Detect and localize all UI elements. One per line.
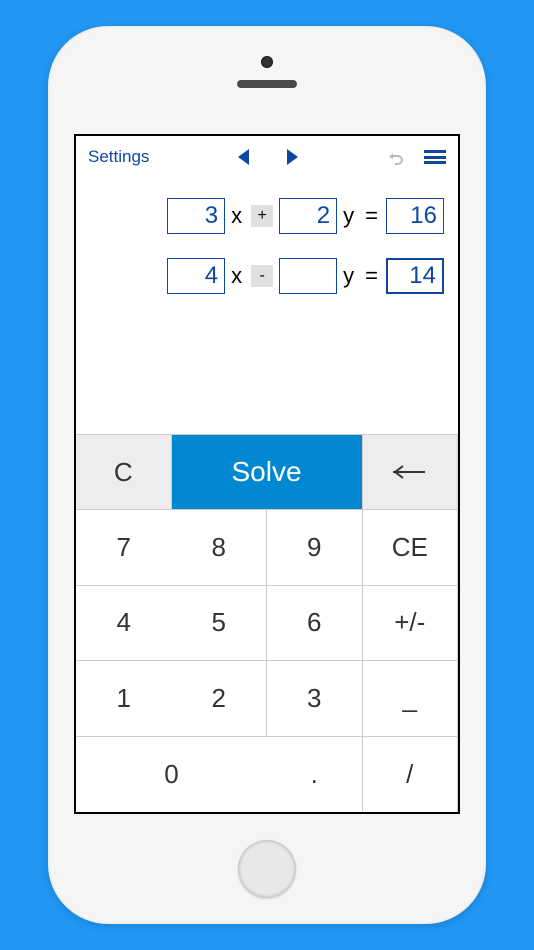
eq-sign: = — [363, 263, 380, 289]
var-y: y — [343, 203, 357, 229]
key-4[interactable]: 4 — [76, 586, 172, 661]
key-6[interactable]: 6 — [267, 586, 363, 661]
app-screen: Settings 3 x + 2 y = 16 — [74, 134, 460, 814]
solve-button[interactable]: Solve — [172, 435, 363, 510]
key-2[interactable]: 2 — [172, 661, 268, 736]
coef-a2[interactable]: 4 — [167, 258, 225, 294]
undo-icon[interactable] — [386, 149, 406, 165]
plus-minus-button[interactable]: +/- — [363, 586, 459, 661]
speaker-slot — [237, 80, 297, 88]
top-toolbar: Settings — [76, 136, 458, 178]
settings-button[interactable]: Settings — [88, 147, 149, 167]
nav-arrows — [149, 149, 386, 165]
phone-frame: Settings 3 x + 2 y = 16 — [48, 26, 486, 924]
coef-a1[interactable]: 3 — [167, 198, 225, 234]
backspace-icon — [393, 464, 427, 480]
coef-c1[interactable]: 16 — [386, 198, 444, 234]
decimal-button[interactable]: . — [267, 737, 363, 812]
key-0[interactable]: 0 — [76, 737, 267, 812]
op-1[interactable]: + — [251, 205, 273, 227]
coef-c2[interactable]: 14 — [386, 258, 444, 294]
var-x: x — [231, 203, 245, 229]
home-button[interactable] — [238, 840, 296, 898]
clear-entry-button[interactable]: CE — [363, 510, 459, 585]
camera-dot — [261, 56, 273, 68]
var-x: x — [231, 263, 245, 289]
key-8[interactable]: 8 — [172, 510, 268, 585]
key-1[interactable]: 1 — [76, 661, 172, 736]
key-7[interactable]: 7 — [76, 510, 172, 585]
coef-b2[interactable] — [279, 258, 337, 294]
var-y: y — [343, 263, 357, 289]
equation-row-2: 4 x - y = 14 — [90, 258, 444, 294]
key-5[interactable]: 5 — [172, 586, 268, 661]
equation-row-1: 3 x + 2 y = 16 — [90, 198, 444, 234]
coef-b1[interactable]: 2 — [279, 198, 337, 234]
key-3[interactable]: 3 — [267, 661, 363, 736]
next-arrow-icon[interactable] — [287, 149, 298, 165]
prev-arrow-icon[interactable] — [238, 149, 249, 165]
menu-icon[interactable] — [424, 150, 446, 164]
op-2[interactable]: - — [251, 265, 273, 287]
backspace-button[interactable] — [363, 435, 459, 510]
key-9[interactable]: 9 — [267, 510, 363, 585]
fraction-bar-button[interactable]: _ — [363, 661, 459, 736]
keypad: C Solve 7 8 9 CE 4 5 6 +/- 1 2 3 _ 0 . / — [76, 434, 458, 812]
eq-sign: = — [363, 203, 380, 229]
equation-area: 3 x + 2 y = 16 4 x - y = 14 — [76, 178, 458, 434]
clear-button[interactable]: C — [76, 435, 172, 510]
fraction-slash-button[interactable]: / — [363, 737, 459, 812]
